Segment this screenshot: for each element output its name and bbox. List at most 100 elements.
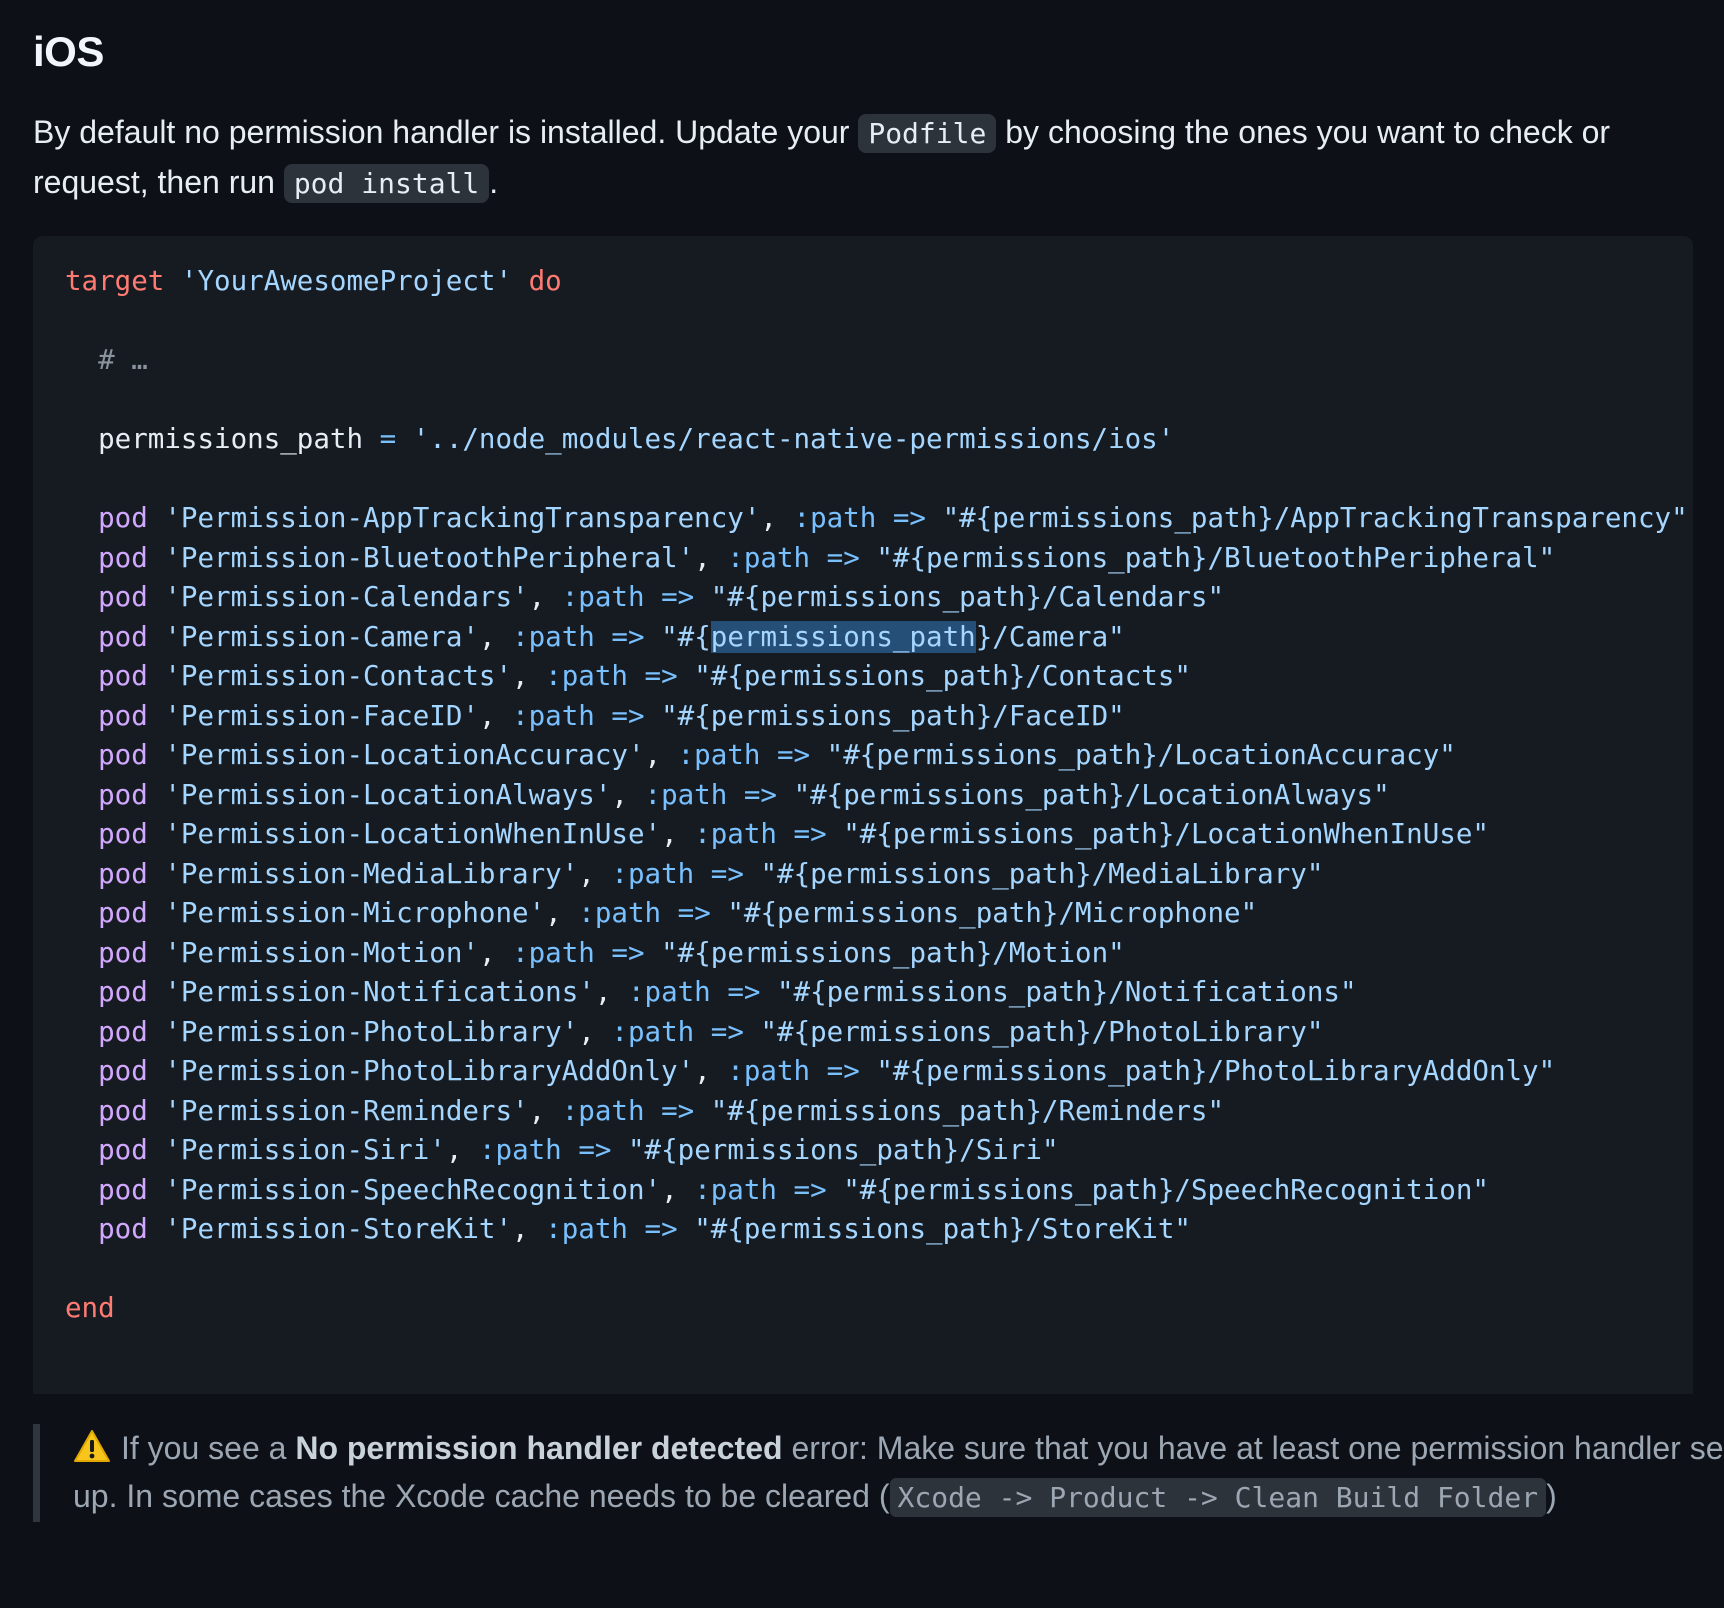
intro-paragraph: By default no permission handler is inst… [33,108,1693,208]
pod-keyword: pod [98,897,148,929]
pod-path-string: "#{permissions_path}/Contacts" [694,660,1191,692]
arrow-operator: => [892,502,926,534]
pod-keyword: pod [98,778,148,811]
pod-name-string: 'Permission-Microphone' [164,897,546,929]
arrow-operator: => [727,976,761,1008]
code-content[interactable]: target 'YourAwesomeProject' do # … permi… [65,262,1688,1329]
pod-keyword: pod [98,1134,148,1166]
pod-line: pod 'Permission-PhotoLibraryAddOnly', :p… [98,1055,1556,1087]
path-suffix: }/ [1257,502,1291,534]
pod-path-string: "#{permissions_path}/PhotoLibraryAddOnly… [876,1055,1556,1087]
arrow-operator: => [776,739,811,771]
path-var: permissions_path [743,1213,1009,1245]
pod-path-string: "#{permissions_path}/LocationWhenInUse" [843,818,1489,850]
pod-line: pod 'Permission-LocationAlways', :path =… [98,778,1390,811]
pod-name-string: 'Permission-Camera' [164,620,479,653]
arrow-operator: => [611,699,645,732]
path-suffix: }/ [1008,660,1042,692]
pod-path-string: "#{permissions_path}/LocationAccuracy" [826,739,1456,771]
note-text-before: If you see a [121,1430,296,1466]
pod-path-string: "#{permissions_path}/FaceID" [661,699,1125,732]
pod-line: pod 'Permission-StoreKit', :path => "#{p… [98,1213,1191,1245]
path-var: permissions_path [760,1094,1026,1127]
path-prefix: "#{ [661,620,711,653]
pod-dir: LocationWhenInUse [1190,818,1473,850]
pod-dir: Reminders [1058,1094,1208,1127]
do-keyword: do [528,265,562,297]
path-prefix: "#{ [876,1055,927,1087]
path-var: permissions_path [810,1015,1076,1048]
pod-line: pod 'Permission-FaceID', :path => "#{per… [98,699,1125,732]
arrow-operator: => [743,778,777,811]
path-symbol: :path [677,739,761,771]
pod-dir: LocationAccuracy [1174,739,1440,771]
path-suffix: }/ [1075,857,1109,890]
path-var: permissions_path [992,502,1258,534]
path-prefix: "#{ [661,936,711,969]
pod-line: pod 'Permission-LocationAccuracy', :path… [98,739,1456,771]
path-var: permissions_path [876,739,1142,771]
arrow-operator: => [826,541,860,574]
path-symbol: :path [578,897,662,929]
pod-name-string: 'Permission-Reminders' [164,1094,529,1127]
pod-keyword: pod [98,1173,148,1206]
pod-line: pod 'Permission-LocationWhenInUse', :pat… [98,818,1489,850]
path-var: permissions_path [892,818,1158,850]
pod-path-string: "#{permissions_path}/PhotoLibrary" [760,1015,1324,1048]
arrow-operator: => [710,1015,744,1048]
arrow-operator: => [677,897,711,929]
arrow-operator: => [644,1213,678,1245]
permissions-path-value: '../node_modules/react-native-permission… [412,423,1175,455]
pod-keyword: pod [98,739,148,771]
path-symbol: :path [512,936,595,969]
path-prefix: "#{ [777,976,827,1008]
warning-blockquote: If you see a No permission handler detec… [33,1424,1724,1522]
pod-keyword: pod [98,1015,148,1048]
path-var: permissions_path [743,660,1009,692]
pod-dir: FaceID [1008,699,1109,732]
pod-name-string: 'Permission-PhotoLibraryAddOnly' [164,1055,695,1087]
pod-dir: BluetoothPeripheral [1224,541,1539,574]
path-var: permissions_path [843,778,1109,811]
pod-keyword: pod [98,857,148,890]
arrow-operator: => [793,818,827,850]
code-line-permissions-path: permissions_path = '../node_modules/reac… [98,423,1174,455]
code-line-target: target 'YourAwesomeProject' do [65,265,562,297]
pod-line: pod 'Permission-SpeechRecognition', :pat… [98,1173,1489,1206]
path-symbol: :path [793,502,877,534]
code-block[interactable]: target 'YourAwesomeProject' do # … permi… [33,236,1693,1394]
pod-keyword: pod [98,699,148,732]
pod-name-string: 'Permission-Siri' [164,1134,446,1166]
permissions-path-var: permissions_path [98,423,364,455]
path-var: permissions_path [926,541,1191,574]
arrow-operator: => [611,620,645,653]
path-var: permissions_path [892,1173,1158,1206]
pod-lines: pod 'Permission-AppTrackingTransparency'… [65,502,1688,1245]
arrow-operator: => [710,857,744,890]
pod-line: pod 'Permission-Notifications', :path =>… [98,976,1357,1008]
pod-dir: PhotoLibraryAddOnly [1224,1055,1539,1087]
path-suffix: }/ [1008,1213,1042,1245]
pod-keyword: pod [98,936,148,969]
pod-line: pod 'Permission-Motion', :path => "#{per… [98,936,1125,969]
path-suffix: }/ [1157,818,1191,850]
path-prefix: "#{ [876,541,927,574]
pod-dir: Notifications [1124,976,1340,1008]
pod-name-string: 'Permission-LocationAlways' [164,778,612,811]
path-symbol: :path [727,1055,811,1087]
pod-line: pod 'Permission-Calendars', :path => "#{… [98,581,1225,613]
section-heading: iOS [33,28,104,75]
pod-keyword: pod [98,502,148,534]
path-prefix: "#{ [694,660,744,692]
path-var: permissions_path [777,897,1042,929]
path-var: permissions_path [810,857,1076,890]
path-symbol: :path [512,620,595,653]
pod-name-string: 'Permission-MediaLibrary' [164,857,579,890]
pod-keyword: pod [98,620,148,653]
intro-text-end: . [489,164,499,200]
pod-dir: MediaLibrary [1108,857,1307,890]
path-suffix: }/ [1025,581,1059,613]
pod-keyword: pod [98,541,148,574]
pod-line: pod 'Permission-Siri', :path => "#{permi… [98,1134,1059,1166]
note-bold-text: No permission handler detected [295,1430,783,1466]
